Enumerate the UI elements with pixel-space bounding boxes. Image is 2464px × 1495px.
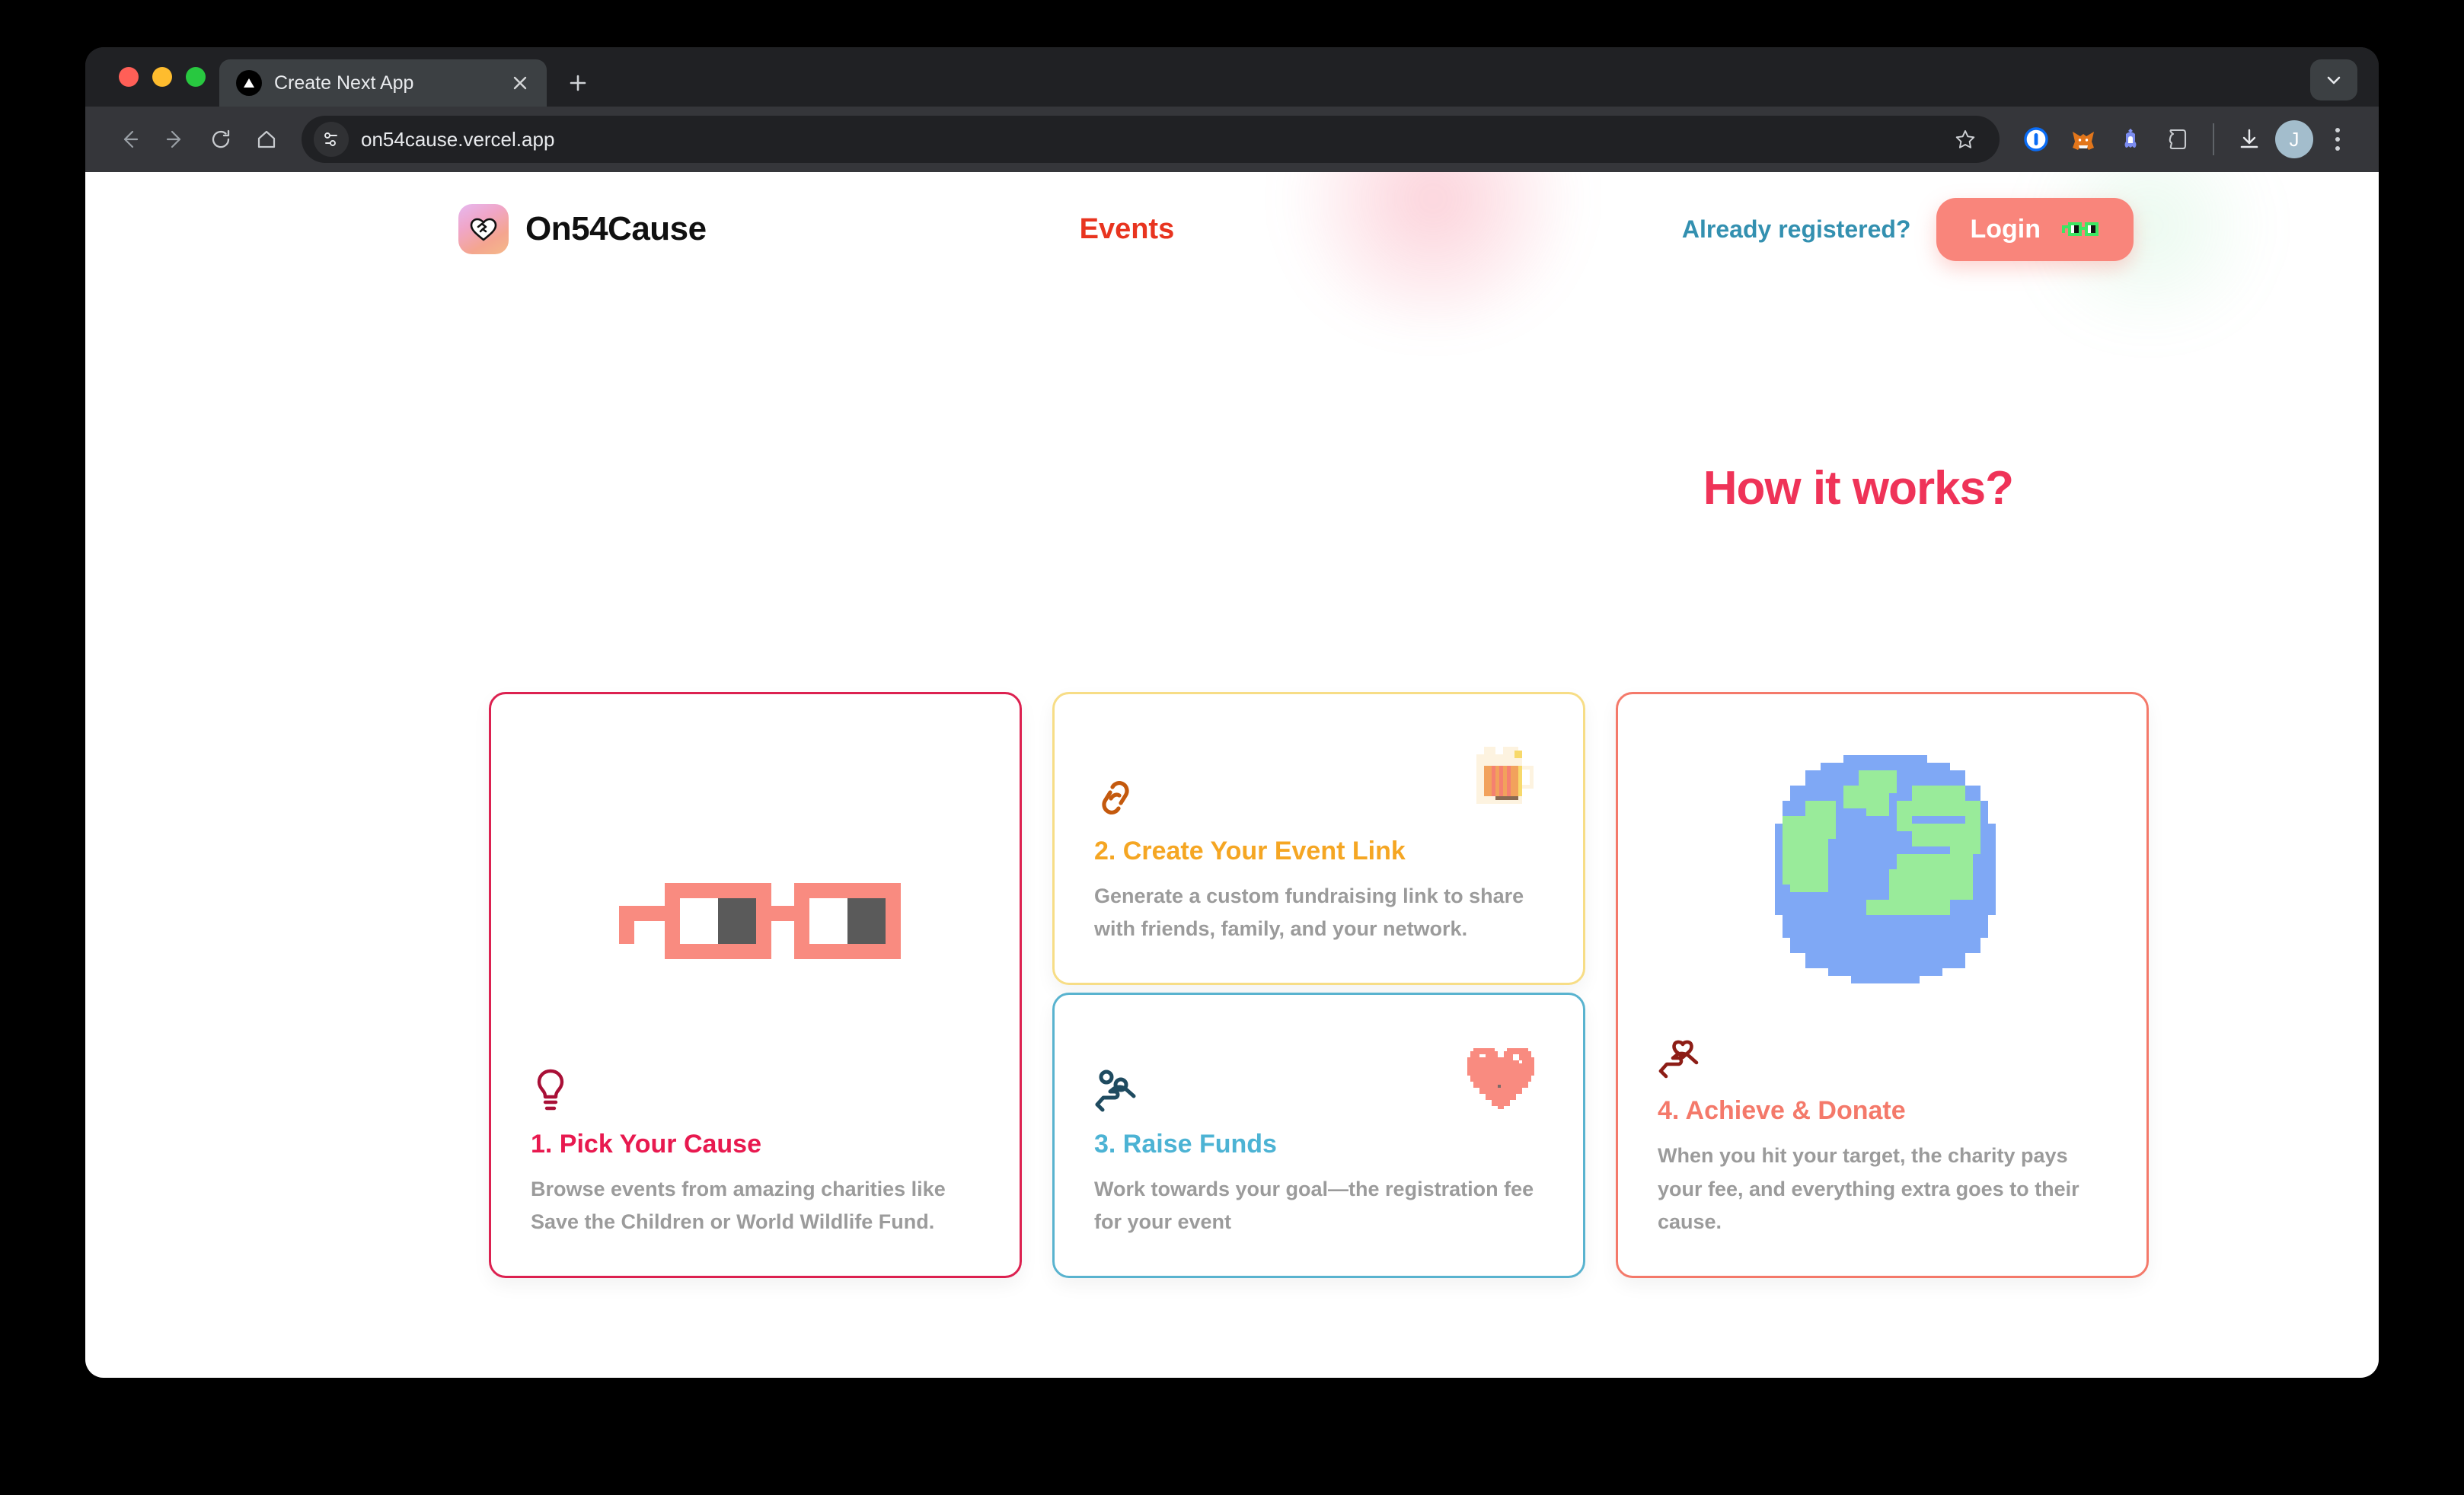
card-title: 4. Achieve & Donate [1658, 1095, 1906, 1125]
rabby-wallet-icon[interactable] [2109, 118, 2152, 161]
close-icon[interactable] [507, 70, 533, 96]
lightbulb-icon [531, 1066, 986, 1117]
main-nav: Events [707, 213, 1682, 246]
page-title: How it works? [1703, 462, 2014, 515]
browser-tab[interactable]: Create Next App [219, 59, 547, 107]
nav-item-events[interactable]: Events [1080, 213, 1175, 246]
star-icon[interactable] [1948, 122, 1983, 157]
brand-name: On54Cause [525, 210, 707, 247]
tab-search-button[interactable] [2310, 59, 2357, 100]
card-body: 3. Raise Funds Work towards your goal—th… [1094, 1068, 1550, 1239]
pixel-glasses-emoji [619, 860, 908, 982]
card-title: 3. Raise Funds [1094, 1129, 1277, 1159]
metamask-fox-icon[interactable] [2062, 118, 2105, 161]
card-body: 2. Create Your Event Link Generate a cus… [1094, 775, 1550, 946]
card-pick-your-cause[interactable]: 1. Pick Your Cause Browse events from am… [489, 692, 1022, 1278]
onepassword-icon[interactable] [2015, 118, 2057, 161]
card-description: When you hit your target, the charity pa… [1658, 1143, 2079, 1234]
three-dots-icon[interactable] [2318, 118, 2357, 161]
brand-logo-link[interactable]: On54Cause [458, 204, 707, 254]
maximize-window-button[interactable] [186, 67, 206, 87]
address-bar[interactable]: on54cause.vercel.app [302, 116, 2000, 163]
tune-icon[interactable] [314, 122, 349, 157]
card-title: 1. Pick Your Cause [531, 1129, 761, 1159]
browser-window: Create Next App on54cause.vercel.app J O… [85, 47, 2379, 1378]
home-button[interactable] [244, 116, 289, 162]
tab-strip: Create Next App [85, 47, 2379, 107]
tab-title: Create Next App [274, 72, 414, 94]
chevron-down-icon [2327, 76, 2341, 84]
card-body: 4. Achieve & Donate When you hit your ta… [1658, 1036, 2113, 1239]
pixel-glasses-emoji [2062, 218, 2100, 241]
page-content: On54Cause Events Already registered? Log… [85, 172, 2379, 1378]
back-button[interactable] [107, 116, 152, 162]
site-header: On54Cause Events Already registered? Log… [85, 172, 2379, 286]
avatar[interactable]: J [2275, 120, 2313, 158]
link-icon [1094, 775, 1550, 824]
card-raise-funds[interactable]: 3. Raise Funds Work towards your goal—th… [1052, 993, 1585, 1278]
extension-icons: J [2000, 118, 2357, 161]
new-tab-button[interactable] [557, 62, 598, 104]
arrow-left-icon [123, 130, 139, 148]
card-body: 1. Pick Your Cause Browse events from am… [531, 1066, 986, 1239]
hand-holding-heart-icon [1658, 1036, 2113, 1084]
phantom-wallet-icon[interactable] [2156, 118, 2199, 161]
card-description: Work towards your goal—the registration … [1094, 1177, 1534, 1234]
pixel-earth-globe-emoji [1760, 755, 2011, 983]
login-button[interactable]: Login [1936, 197, 2134, 261]
browser-toolbar: on54cause.vercel.app J [85, 107, 2379, 172]
url-text: on54cause.vercel.app [361, 127, 555, 151]
nextjs-triangle-icon [236, 70, 262, 96]
card-title: 2. Create Your Event Link [1094, 836, 1406, 865]
header-auth-area: Already registered? Login [1682, 197, 2324, 261]
toolbar-divider [2213, 123, 2214, 155]
card-create-your-event-link[interactable]: 2. Create Your Event Link Generate a cus… [1052, 692, 1585, 985]
arrow-right-icon [166, 130, 181, 148]
heart-handshake-icon [458, 204, 509, 254]
reload-icon [212, 129, 230, 148]
download-icon[interactable] [2228, 118, 2271, 161]
card-description: Generate a custom fundraising link to sh… [1094, 884, 1524, 941]
card-achieve-and-donate[interactable]: 4. Achieve & Donate When you hit your ta… [1616, 692, 2149, 1278]
already-registered-label[interactable]: Already registered? [1682, 215, 1911, 244]
card-description: Browse events from amazing charities lik… [531, 1177, 946, 1234]
minimize-window-button[interactable] [152, 67, 172, 87]
close-window-button[interactable] [119, 67, 139, 87]
home-icon [257, 130, 276, 148]
hand-holding-person-icon [1094, 1068, 1550, 1117]
window-traffic-lights [107, 47, 219, 107]
login-button-label: Login [1970, 214, 2041, 244]
reload-button[interactable] [198, 116, 244, 162]
forward-button[interactable] [152, 116, 198, 162]
how-it-works-cards: 1. Pick Your Cause Browse events from am… [489, 692, 2149, 1278]
